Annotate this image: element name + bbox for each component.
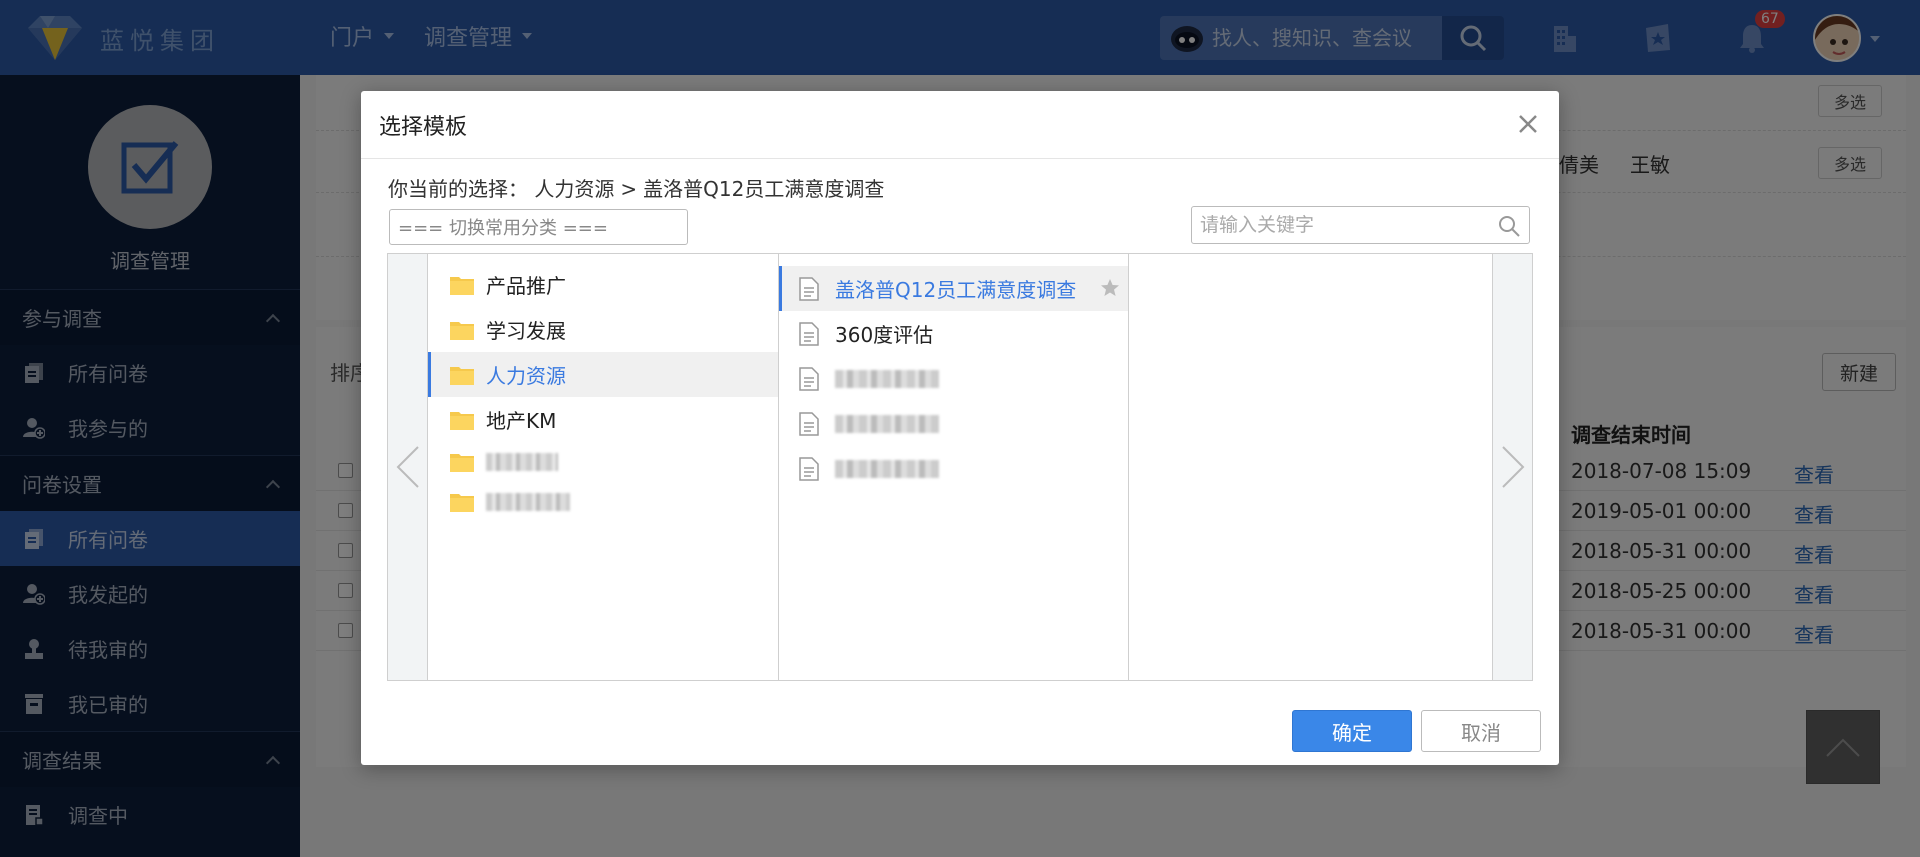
document-icon: [799, 276, 819, 301]
category-label: 产品推广: [486, 274, 566, 298]
folder-icon: [450, 494, 474, 512]
template-item-redacted[interactable]: [779, 446, 1128, 491]
current-template: 盖洛普Q12员工满意度调查: [643, 177, 885, 201]
document-icon: [799, 321, 819, 346]
keyword-search: [1191, 206, 1530, 244]
template-browser: 产品推广 学习发展 人力资源 地产KM 盖洛普Q12员工满意度调查 360度评估: [387, 253, 1533, 681]
document-icon: [799, 411, 819, 436]
scroll-right-button[interactable]: [1492, 254, 1532, 680]
cancel-button[interactable]: 取消: [1421, 710, 1541, 752]
category-label: 学习发展: [486, 319, 566, 343]
category-column: 产品推广 学习发展 人力资源 地产KM: [428, 254, 779, 680]
preview-column: [1129, 254, 1492, 680]
template-item-redacted[interactable]: [779, 356, 1128, 401]
close-icon[interactable]: [1515, 111, 1541, 137]
redacted-label: [835, 414, 939, 433]
category-item[interactable]: 产品推广: [428, 262, 778, 307]
template-column: 盖洛普Q12员工满意度调查 360度评估: [779, 254, 1129, 680]
current-selection: 你当前的选择： 人力资源 > 盖洛普Q12员工满意度调查: [388, 173, 884, 202]
category-item[interactable]: 地产KM: [428, 397, 778, 442]
document-icon: [799, 456, 819, 481]
category-label: 人力资源: [486, 364, 566, 388]
template-label: 盖洛普Q12员工满意度调查: [835, 278, 1077, 302]
chevron-right-icon: [1501, 446, 1524, 488]
star-icon[interactable]: [1100, 278, 1120, 303]
current-selection-label: 你当前的选择：: [388, 177, 528, 201]
folder-icon: [450, 454, 474, 472]
category-label: 地产KM: [486, 409, 557, 433]
path-separator: >: [620, 177, 638, 201]
redacted-label: [486, 453, 558, 471]
redacted-label: [486, 493, 570, 511]
folder-icon: [450, 366, 474, 385]
category-item[interactable]: 学习发展: [428, 307, 778, 352]
template-item-redacted[interactable]: [779, 401, 1128, 446]
redacted-label: [835, 369, 939, 388]
folder-icon: [450, 276, 474, 295]
keyword-search-input[interactable]: [1200, 214, 1490, 236]
confirm-button[interactable]: 确定: [1292, 710, 1412, 752]
template-item[interactable]: 360度评估: [779, 311, 1128, 356]
redacted-label: [835, 459, 939, 478]
dialog-title: 选择模板: [379, 114, 468, 140]
current-category: 人力资源: [534, 177, 615, 201]
dialog-header: 选择模板: [361, 91, 1559, 159]
template-item-selected[interactable]: 盖洛普Q12员工满意度调查: [779, 266, 1128, 311]
category-item-redacted[interactable]: [428, 442, 778, 482]
folder-icon: [450, 411, 474, 430]
scroll-left-button[interactable]: [388, 254, 428, 680]
chevron-left-icon: [396, 446, 419, 488]
category-item-redacted[interactable]: [428, 482, 778, 522]
template-label: 360度评估: [835, 323, 934, 347]
select-template-dialog: 选择模板 你当前的选择： 人力资源 > 盖洛普Q12员工满意度调查 === 切换常用…: [361, 91, 1559, 765]
search-icon[interactable]: [1497, 214, 1521, 242]
folder-icon: [450, 321, 474, 340]
document-icon: [799, 366, 819, 391]
category-switch-select[interactable]: === 切换常用分类 ===: [389, 209, 688, 245]
category-item-selected[interactable]: 人力资源: [428, 352, 778, 397]
